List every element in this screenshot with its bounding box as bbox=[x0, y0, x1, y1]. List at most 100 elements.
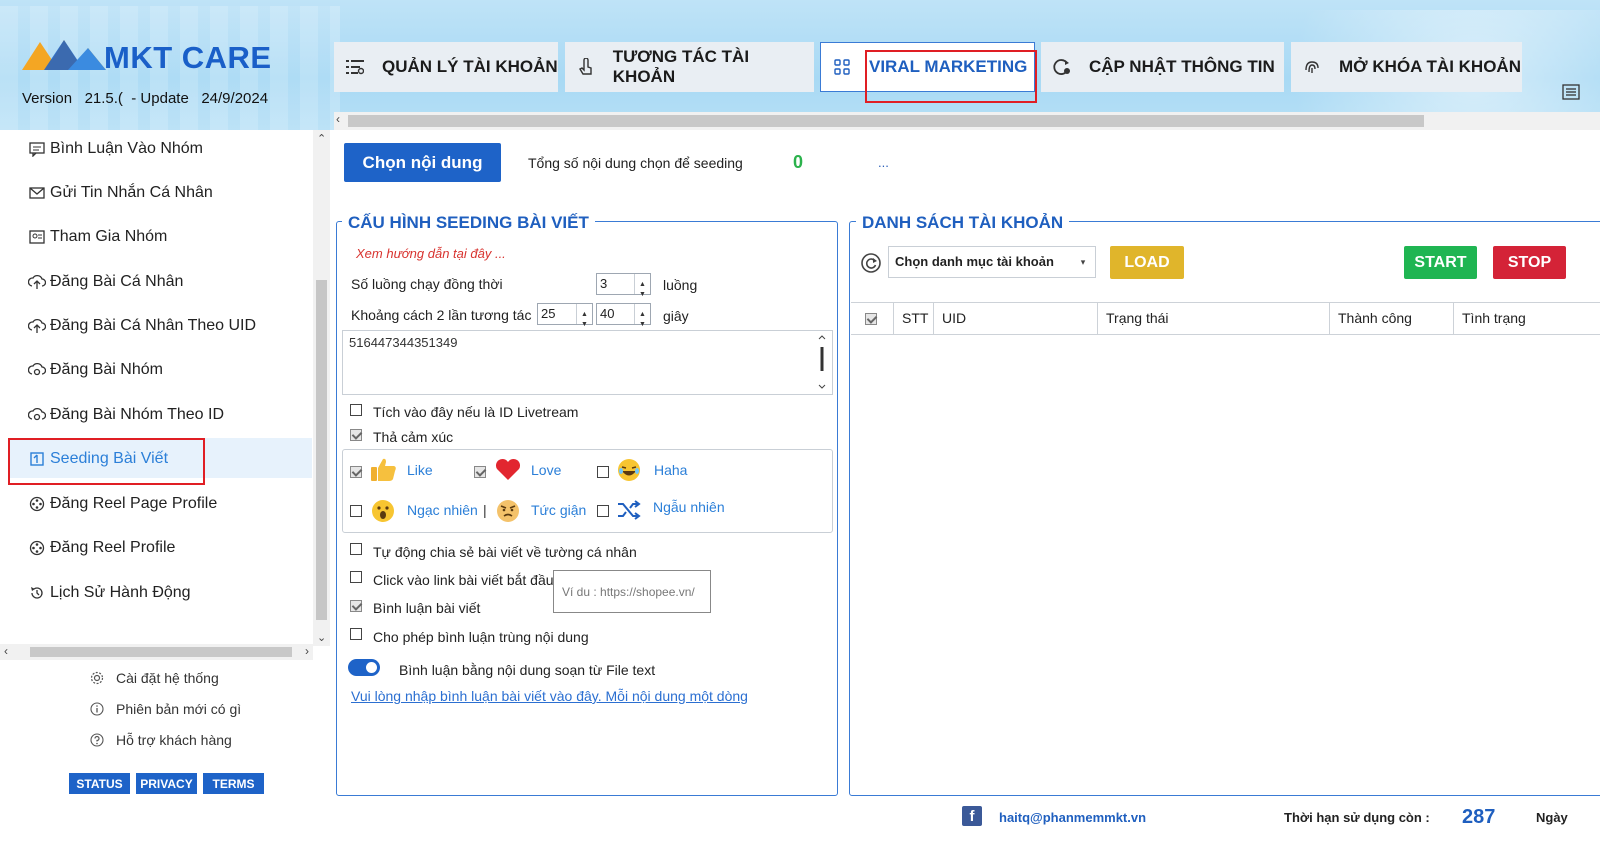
sidebar-item-join-group[interactable]: Tham Gia Nhóm bbox=[28, 225, 167, 249]
sidebar-item-group-post[interactable]: Đăng Bài Nhóm bbox=[28, 358, 163, 382]
wow-label: Ngạc nhiên bbox=[407, 502, 478, 518]
app-header: MKT CARE Version 21.5.( - Update 24/9/20… bbox=[0, 0, 1600, 130]
comment-checkbox[interactable] bbox=[350, 600, 362, 612]
choose-content-button[interactable]: Chọn nội dung bbox=[344, 143, 501, 182]
tab-scrollbar[interactable]: ‹ bbox=[334, 112, 1600, 130]
sidebar-item-label: Tham Gia Nhóm bbox=[50, 228, 168, 245]
load-button[interactable]: LOAD bbox=[1110, 246, 1184, 279]
tab-label: MỞ KHÓA TÀI KHOẢN bbox=[1339, 57, 1521, 76]
expiry-label: Thời hạn sử dụng còn : bbox=[1284, 810, 1430, 825]
random-checkbox[interactable] bbox=[597, 505, 609, 517]
guide-link[interactable]: Xem hướng dẫn tại đây ... bbox=[356, 246, 506, 261]
sidebar-item-label: Đăng Bài Cá Nhân bbox=[50, 273, 184, 290]
haha-checkbox[interactable] bbox=[597, 466, 609, 478]
link-label: Hỗ trợ khách hàng bbox=[116, 732, 232, 748]
sidebar-item-reel-page-profile[interactable]: Đăng Reel Page Profile bbox=[28, 492, 217, 516]
column-header-success[interactable]: Thành công bbox=[1330, 303, 1454, 334]
start-link-placeholder: Ví du : https://shopee.vn/ bbox=[562, 585, 695, 599]
threads-label: Số luồng chạy đồng thời bbox=[351, 276, 503, 292]
interval-min-stepper[interactable]: 25 ▲ ▼ bbox=[537, 303, 593, 328]
duplicate-comment-checkbox[interactable] bbox=[350, 628, 362, 640]
privacy-button[interactable]: PRIVACY bbox=[136, 773, 197, 794]
sidebar-item-label: Bình Luận Vào Nhóm bbox=[50, 140, 203, 157]
textarea-scrollbar[interactable] bbox=[816, 333, 828, 391]
wow-checkbox[interactable] bbox=[350, 505, 362, 517]
random-label: Ngẫu nhiên bbox=[653, 499, 725, 515]
accounts-table-header: STT UID Trạng thái Thành công Tình trạng bbox=[851, 302, 1600, 335]
scroll-right-icon[interactable]: › bbox=[305, 644, 309, 658]
interval-min-value: 25 bbox=[541, 306, 556, 321]
status-button[interactable]: STATUS bbox=[69, 773, 130, 794]
menu-icon[interactable] bbox=[1562, 84, 1580, 100]
interval-max-stepper[interactable]: 40 ▲ ▼ bbox=[596, 303, 651, 328]
share-icon bbox=[28, 361, 46, 379]
tab-account-interaction[interactable]: TƯƠNG TÁC TÀI KHOẢN bbox=[565, 42, 814, 92]
scroll-left-icon[interactable]: ‹ bbox=[4, 644, 8, 658]
reaction-label: Thả cảm xúc bbox=[373, 429, 454, 445]
sidebar-h-scrollbar[interactable]: ‹ › bbox=[0, 644, 313, 660]
select-all-checkbox[interactable] bbox=[865, 313, 877, 325]
tab-update-info[interactable]: CẬP NHẬT THÔNG TIN bbox=[1041, 42, 1284, 92]
terms-button[interactable]: TERMS bbox=[203, 773, 264, 794]
sidebar-item-reel-profile[interactable]: Đăng Reel Profile bbox=[28, 536, 175, 560]
livestream-checkbox[interactable] bbox=[350, 404, 362, 416]
post-ids-textarea[interactable]: 516447344351349 bbox=[342, 330, 833, 395]
tab-unlock-account[interactable]: MỞ KHÓA TÀI KHOẢN bbox=[1291, 42, 1522, 92]
link-label: Phiên bản mới có gì bbox=[116, 701, 242, 717]
fingerprint-icon bbox=[1301, 56, 1323, 78]
column-header-condition[interactable]: Tình trạng bbox=[1454, 303, 1600, 334]
system-settings-link[interactable]: Cài đặt hệ thống bbox=[90, 670, 219, 686]
file-text-toggle[interactable] bbox=[348, 659, 380, 676]
logo-text: MKT CARE bbox=[104, 40, 272, 75]
stop-button[interactable]: STOP bbox=[1493, 246, 1566, 279]
update-label: - Update bbox=[131, 90, 189, 107]
scrollbar-thumb[interactable] bbox=[316, 280, 327, 620]
version-label: Version bbox=[22, 90, 73, 107]
reload-icon[interactable] bbox=[861, 253, 881, 273]
facebook-icon[interactable]: f bbox=[962, 806, 982, 826]
column-header-stt[interactable]: STT bbox=[894, 303, 934, 334]
sidebar-item-group-comment[interactable]: Bình Luận Vào Nhóm bbox=[28, 137, 203, 161]
start-button[interactable]: START bbox=[1404, 246, 1477, 279]
laugh-icon bbox=[618, 459, 640, 481]
update-date: 24/9/2024 bbox=[201, 90, 269, 107]
scroll-down-icon[interactable]: ⌄ bbox=[317, 631, 326, 644]
scroll-left-icon[interactable]: ‹ bbox=[336, 112, 340, 126]
sidebar-item-label: Gửi Tin Nhắn Cá Nhân bbox=[50, 184, 213, 201]
like-checkbox[interactable] bbox=[350, 466, 362, 478]
tab-label: CẬP NHẬT THÔNG TIN bbox=[1089, 57, 1275, 76]
stepper-arrows[interactable]: ▲ ▼ bbox=[634, 274, 650, 298]
click-link-label: Click vào link bài viết bắt đầu bbox=[373, 572, 554, 588]
sidebar-scrollbar[interactable]: ⌃ ⌄ bbox=[313, 130, 330, 646]
tab-account-management[interactable]: QUẢN LÝ TÀI KHOẢN bbox=[334, 42, 558, 92]
stepper-arrows[interactable]: ▲ ▼ bbox=[576, 304, 592, 328]
love-checkbox[interactable] bbox=[474, 466, 486, 478]
threads-stepper[interactable]: 3 ▲ ▼ bbox=[596, 273, 651, 298]
threads-unit: luồng bbox=[663, 277, 698, 293]
sidebar-item-label: Đăng Bài Cá Nhân Theo UID bbox=[50, 317, 257, 334]
sidebar-item-personal-post-uid[interactable]: Đăng Bài Cá Nhân Theo UID bbox=[28, 314, 256, 338]
customer-support-link[interactable]: Hỗ trợ khách hàng bbox=[90, 732, 232, 748]
sidebar-item-personal-message[interactable]: Gửi Tin Nhắn Cá Nhân bbox=[28, 181, 213, 205]
scrollbar-thumb[interactable] bbox=[348, 115, 1424, 127]
whats-new-link[interactable]: Phiên bản mới có gì bbox=[90, 701, 241, 717]
account-category-select[interactable]: Chọn danh mục tài khoản ▾ bbox=[888, 246, 1096, 278]
scroll-up-icon[interactable]: ⌃ bbox=[317, 132, 326, 145]
reaction-checkbox[interactable] bbox=[350, 429, 362, 441]
sidebar-item-action-history[interactable]: Lịch Sử Hành Động bbox=[28, 581, 191, 605]
stepper-arrows[interactable]: ▲ ▼ bbox=[634, 304, 650, 328]
sidebar-item-group-post-id[interactable]: Đăng Bài Nhóm Theo ID bbox=[28, 403, 224, 427]
wow-icon bbox=[372, 500, 394, 522]
scrollbar-thumb[interactable] bbox=[30, 647, 292, 657]
comment-input-link[interactable]: Vui lòng nhập bình luận bài viết vào đây… bbox=[351, 688, 748, 704]
select-all-column[interactable] bbox=[851, 303, 894, 334]
shuffle-icon bbox=[618, 500, 641, 520]
start-link-input[interactable]: Ví du : https://shopee.vn/ bbox=[553, 570, 711, 613]
auto-share-checkbox[interactable] bbox=[350, 543, 362, 555]
column-header-status[interactable]: Trạng thái bbox=[1098, 303, 1330, 334]
sidebar-item-personal-post[interactable]: Đăng Bài Cá Nhân bbox=[28, 270, 183, 294]
seeding-config-title: CẤU HÌNH SEEDING BÀI VIẾT bbox=[342, 213, 595, 233]
click-link-checkbox[interactable] bbox=[350, 571, 362, 583]
support-email[interactable]: haitq@phanmemmkt.vn bbox=[999, 810, 1146, 825]
column-header-uid[interactable]: UID bbox=[934, 303, 1098, 334]
